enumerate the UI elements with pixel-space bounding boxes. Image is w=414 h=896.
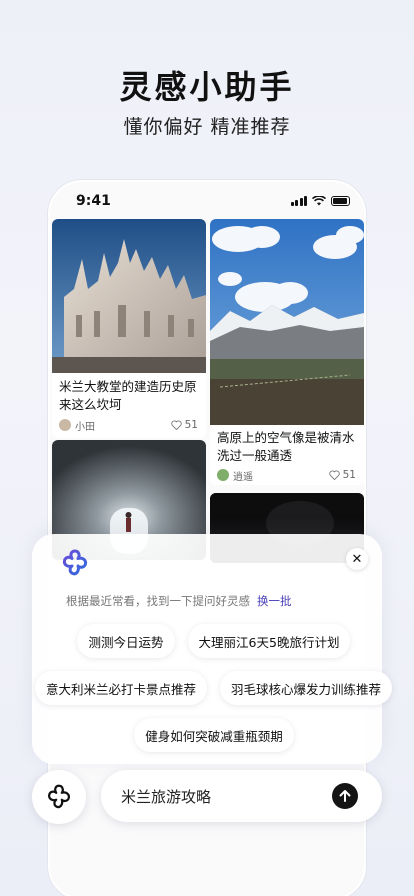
- heart-icon: [328, 470, 340, 480]
- card-title: 米兰大教堂的建造历史原来这么坎坷: [59, 379, 197, 412]
- flower-logo-icon: [48, 784, 70, 809]
- card-meta: 逍遥 51: [217, 468, 356, 483]
- feed-card[interactable]: 高原上的空气像是被清水洗过一般通透 逍遥 51: [210, 219, 364, 485]
- assistant-panel: ✕ 根据最近常看，找到一下提问好灵感 换一批 测测今日运势 大理丽江6天5晚旅行…: [32, 534, 392, 764]
- card-meta: 小田 51: [59, 418, 198, 433]
- suggestion-chip[interactable]: 羽毛球核心爆发力训练推荐: [220, 671, 392, 705]
- status-time: 9:41: [76, 193, 111, 209]
- battery-icon: [331, 196, 350, 206]
- refresh-button[interactable]: 换一批: [257, 593, 292, 609]
- like-count: 51: [342, 469, 356, 481]
- signal-icon: [290, 196, 307, 206]
- suggestion-chip[interactable]: 大理丽江6天5晚旅行计划: [188, 624, 350, 658]
- close-button[interactable]: ✕: [346, 548, 368, 570]
- heart-icon: [170, 420, 182, 430]
- query-input[interactable]: 米兰旅游攻略: [101, 770, 382, 822]
- author-avatar: [59, 419, 71, 431]
- hero-subtitle: 懂你偏好 精准推荐: [123, 116, 291, 138]
- hero-title: 灵感小助手: [119, 68, 295, 106]
- send-arrow-icon: [339, 790, 351, 802]
- plateau-image: [210, 219, 364, 425]
- author-name: 小田: [75, 421, 95, 433]
- suggestion-chip[interactable]: 意大利米兰必打卡景点推荐: [35, 671, 207, 705]
- suggestion-chip[interactable]: 健身如何突破减重瓶颈期: [134, 718, 294, 752]
- like-button[interactable]: 51: [328, 469, 356, 481]
- suggestion-chip[interactable]: 测测今日运势: [77, 624, 175, 658]
- query-input-value: 米兰旅游攻略: [121, 788, 212, 806]
- status-bar: 9:41: [50, 182, 364, 220]
- like-button[interactable]: 51: [170, 419, 198, 431]
- send-button[interactable]: [332, 783, 358, 809]
- assistant-logo-button[interactable]: [32, 770, 86, 824]
- author-name: 逍遥: [233, 471, 253, 483]
- author-avatar: [217, 469, 229, 481]
- flower-logo-icon: [62, 549, 88, 576]
- feed-card[interactable]: 米兰大教堂的建造历史原来这么坎坷 小田 51: [52, 219, 206, 438]
- suggestion-hint: 根据最近常看，找到一下提问好灵感: [66, 594, 250, 608]
- wifi-icon: [312, 196, 326, 206]
- like-count: 51: [184, 419, 198, 431]
- close-icon: ✕: [351, 551, 363, 567]
- card-title: 高原上的空气像是被清水洗过一般通透: [217, 430, 355, 463]
- cathedral-image: [52, 219, 206, 373]
- status-icons: [290, 196, 350, 206]
